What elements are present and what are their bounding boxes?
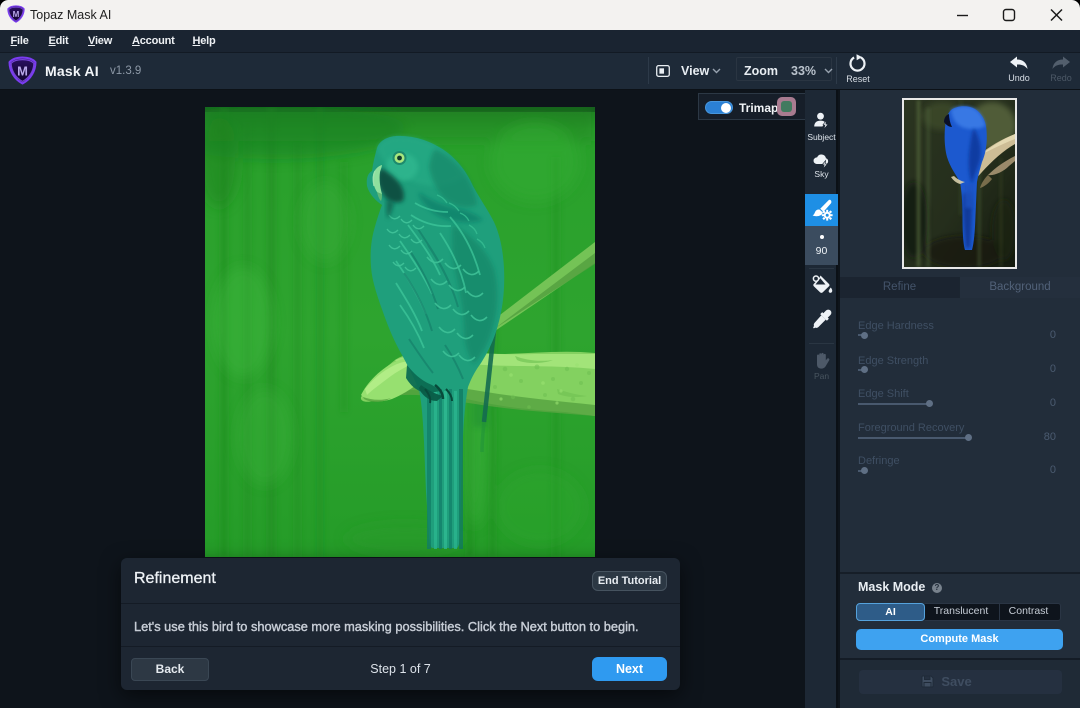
svg-text:M: M bbox=[17, 64, 28, 79]
svg-text:M: M bbox=[13, 10, 20, 19]
